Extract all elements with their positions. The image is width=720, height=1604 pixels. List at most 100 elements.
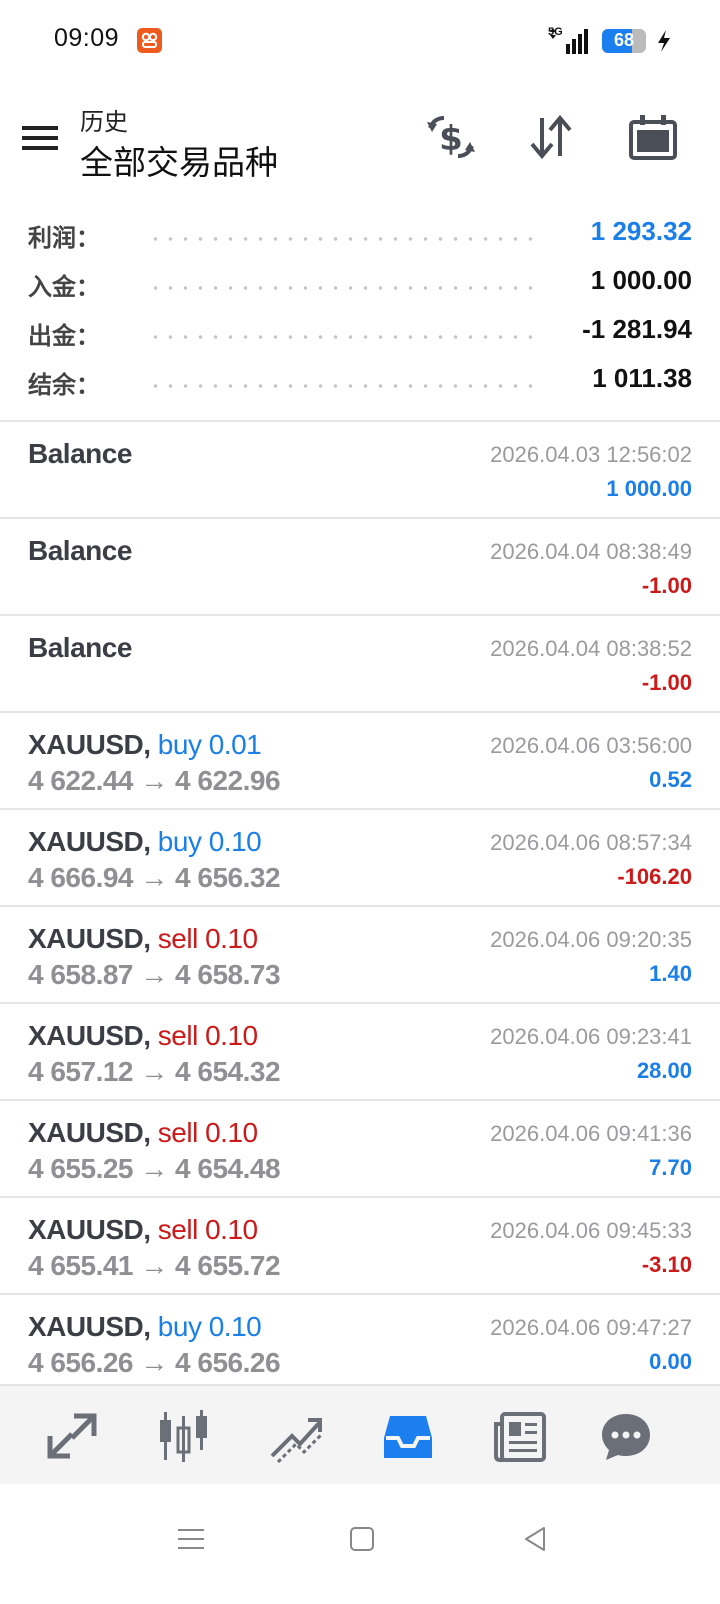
hamburger-icon (22, 126, 58, 150)
deal-time: 2026.04.06 03:56:00 (490, 733, 692, 758)
dotted-leader (148, 384, 540, 388)
deal-symbol: XAUUSD, buy 0.10 (28, 1311, 262, 1342)
deal-time: 2026.04.03 12:56:02 (490, 442, 692, 467)
news-icon (494, 1412, 546, 1462)
deal-prices: 4 666.94 → 4 656.32 (28, 862, 281, 893)
deal-symbol: Balance (28, 438, 132, 469)
dotted-leader (148, 237, 540, 241)
svg-text:$: $ (439, 119, 463, 159)
home-button[interactable] (345, 1522, 379, 1556)
status-time: 09:09 (54, 24, 120, 52)
deal-time: 2026.04.04 08:38:52 (490, 636, 692, 661)
tab-quotes[interactable] (44, 1408, 100, 1464)
tab-chart[interactable] (156, 1408, 212, 1464)
menu-button[interactable] (18, 116, 62, 160)
deal-profit: -106.20 (617, 864, 692, 889)
deal-time: 2026.04.06 09:20:35 (490, 927, 692, 952)
list-item[interactable]: XAUUSD, buy 0.10 4 656.26 → 4 656.26 202… (0, 1293, 720, 1392)
deal-prices: 4 655.25 → 4 654.48 (28, 1153, 281, 1184)
battery-icon: 68 (602, 29, 646, 53)
summary-profit-row: 利润： 1 293.32 (0, 212, 720, 261)
deal-side: buy 0.10 (157, 1311, 262, 1342)
deal-profit: 28.00 (636, 1058, 692, 1083)
app-notification-icon (137, 28, 162, 53)
deal-side: buy 0.10 (157, 826, 262, 857)
deal-symbol: XAUUSD, sell 0.10 (28, 1117, 258, 1148)
deal-profit: 0.52 (649, 767, 692, 792)
summary-withdrawal-row: 出金： -1 281.94 (0, 310, 720, 359)
dotted-leader (148, 335, 540, 339)
summary-value: -1 281.94 (582, 314, 692, 344)
calendar-button[interactable] (626, 110, 680, 164)
deal-time: 2026.04.06 09:23:41 (490, 1024, 692, 1049)
deal-prices: 4 656.26 → 4 656.26 (28, 1347, 281, 1378)
deal-time: 2026.04.06 09:45:33 (490, 1218, 692, 1243)
home-square-icon (350, 1527, 374, 1551)
deal-prices: 4 622.44 → 4 622.96 (28, 765, 281, 796)
trade-icon (270, 1418, 324, 1464)
deal-time: 2026.04.06 09:47:27 (490, 1315, 692, 1340)
calendar-icon (629, 115, 677, 160)
summary-label: 入金： (28, 274, 100, 301)
summary-label: 结余： (28, 372, 100, 399)
sort-button[interactable] (524, 110, 578, 164)
currency-exchange-icon: $ (427, 116, 475, 159)
tab-chat[interactable] (598, 1408, 654, 1464)
symbol-filter-label[interactable]: 全部交易品种 (80, 136, 278, 184)
status-bar: 09:09 5G 68 (0, 0, 720, 84)
status-indicators: 5G 68 (548, 24, 672, 58)
list-item[interactable]: XAUUSD, sell 0.10 4 658.87 → 4 658.73 20… (0, 905, 720, 1002)
app-header: 历史 全部交易品种 $ (0, 90, 720, 194)
tab-history[interactable] (380, 1408, 436, 1464)
deal-prices: 4 657.12 → 4 654.32 (28, 1056, 281, 1087)
summary-panel: 利润： 1 293.32 入金： 1 000.00 出金： -1 281.94 … (0, 212, 720, 408)
deal-side: sell 0.10 (157, 1214, 258, 1245)
deal-profit: 0.00 (649, 1349, 692, 1374)
system-navigation-bar (0, 1484, 720, 1604)
deal-profit: 1.40 (649, 961, 692, 986)
list-item[interactable]: Balance 2026.04.03 12:56:02 1 000.00 (0, 420, 720, 517)
history-icon (384, 1416, 432, 1458)
deal-symbol: Balance (28, 535, 132, 566)
summary-label: 出金： (28, 323, 100, 350)
quotes-icon (47, 1413, 97, 1459)
currency-exchange-button[interactable]: $ (424, 110, 478, 164)
deal-symbol: XAUUSD, buy 0.10 (28, 826, 262, 857)
deal-side: sell 0.10 (157, 1117, 258, 1148)
recent-apps-button[interactable] (174, 1522, 208, 1556)
tab-news[interactable] (492, 1408, 548, 1464)
deal-side: sell 0.10 (157, 1020, 258, 1051)
list-item[interactable]: Balance 2026.04.04 08:38:52 -1.00 (0, 614, 720, 711)
deal-profit: -3.10 (641, 1252, 692, 1277)
list-item[interactable]: Balance 2026.04.04 08:38:49 -1.00 (0, 517, 720, 614)
trade-history-list: Balance 2026.04.03 12:56:02 1 000.00 Bal… (0, 420, 720, 1392)
summary-value: 1 000.00 (590, 265, 692, 295)
deal-time: 2026.04.06 09:41:36 (490, 1121, 692, 1146)
summary-value: 1 011.38 (592, 363, 692, 393)
deal-symbol: XAUUSD, buy 0.01 (28, 729, 262, 760)
deal-prices: 4 655.41 → 4 655.72 (28, 1250, 281, 1281)
list-item[interactable]: XAUUSD, sell 0.10 4 655.25 → 4 654.48 20… (0, 1099, 720, 1196)
deal-symbol: XAUUSD, sell 0.10 (28, 1020, 258, 1051)
deal-profit: 1 000.00 (606, 476, 692, 501)
page-title: 历史 (80, 109, 128, 136)
signal-icon: 5G (548, 26, 592, 56)
deal-side: buy 0.01 (157, 729, 262, 760)
battery-percent: 68 (613, 30, 635, 50)
chat-icon (602, 1414, 650, 1460)
list-item[interactable]: XAUUSD, sell 0.10 4 655.41 → 4 655.72 20… (0, 1196, 720, 1293)
deal-symbol: XAUUSD, sell 0.10 (28, 1214, 258, 1245)
summary-deposit-row: 入金： 1 000.00 (0, 261, 720, 310)
dotted-leader (148, 286, 540, 290)
deal-profit: -1.00 (641, 670, 692, 695)
deal-profit: -1.00 (641, 573, 692, 598)
list-item[interactable]: XAUUSD, buy 0.10 4 666.94 → 4 656.32 202… (0, 808, 720, 905)
deal-time: 2026.04.06 08:57:34 (490, 830, 692, 855)
list-item[interactable]: XAUUSD, sell 0.10 4 657.12 → 4 654.32 20… (0, 1002, 720, 1099)
deal-prices: 4 658.87 → 4 658.73 (28, 959, 281, 990)
back-button[interactable] (518, 1522, 552, 1556)
tab-trade[interactable] (268, 1408, 324, 1464)
deal-symbol: Balance (28, 632, 132, 663)
list-item[interactable]: XAUUSD, buy 0.01 4 622.44 → 4 622.96 202… (0, 711, 720, 808)
menu-lines-icon (178, 1529, 204, 1549)
